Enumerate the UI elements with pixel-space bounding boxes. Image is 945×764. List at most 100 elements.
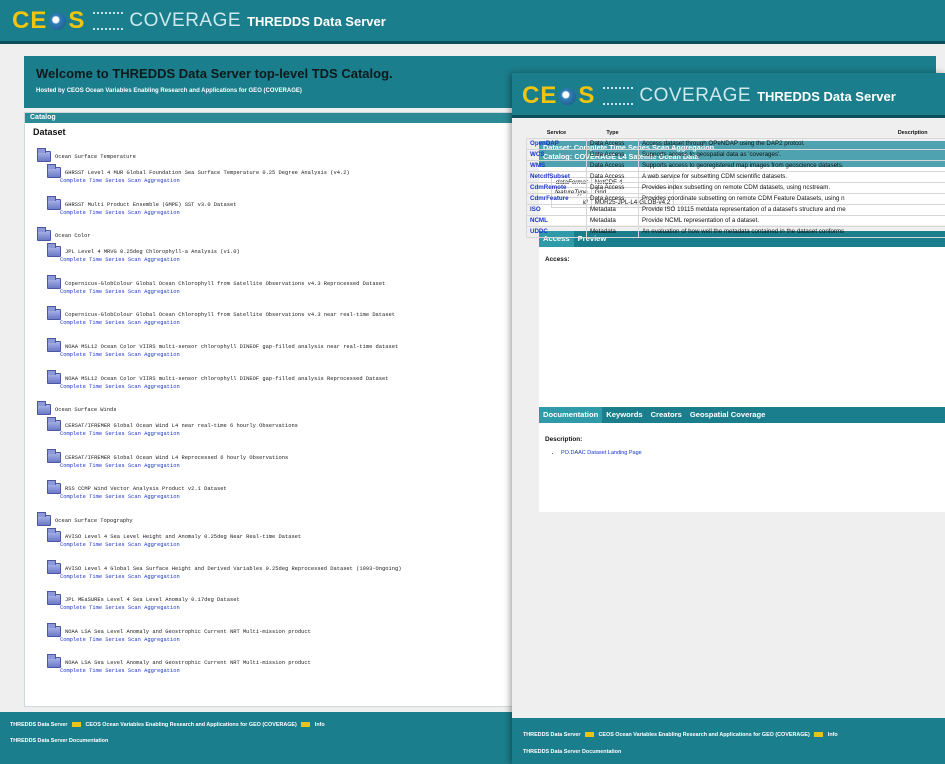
folder-icon <box>37 512 51 526</box>
tab-geospatial-coverage[interactable]: Geospatial Coverage <box>686 407 770 423</box>
footer-docs-link[interactable]: THREDDS Data Server Documentation <box>10 738 108 744</box>
footer-docs-link[interactable]: THREDDS Data Server Documentation <box>523 749 621 755</box>
catalog-group-name[interactable]: Ocean Color <box>55 233 91 239</box>
aggregation-link[interactable]: Complete Time Series Scan Aggregation <box>60 352 180 358</box>
catalog-group[interactable]: Ocean Surface Topography <box>37 512 133 526</box>
catalog-dataset[interactable]: GHRSST Level 4 MUR Global Foundation Sea… <box>47 164 350 178</box>
catalog-group[interactable]: Ocean Surface Winds <box>37 401 116 416</box>
catalog-group[interactable]: Ocean Surface Temperature <box>37 148 136 162</box>
catalog-dataset-name[interactable]: NOAA LSA Sea Level Anomaly and Geostroph… <box>65 629 311 635</box>
aggregation-link[interactable]: Complete Time Series Scan Aggregation <box>60 574 180 580</box>
catalog-dataset[interactable]: JPL MEaSUREs Level 4 Sea Level Anomaly 0… <box>47 591 240 606</box>
tab-creators[interactable]: Creators <box>647 407 686 423</box>
aggregation-link[interactable]: Complete Time Series Scan Aggregation <box>60 542 180 548</box>
catalog-dataset-name[interactable]: GHRSST Level 4 MUR Global Foundation Sea… <box>65 170 350 176</box>
catalog-dataset[interactable]: AVISO Level 4 Sea Level Height and Anoma… <box>47 528 301 542</box>
service-link[interactable]: NetcdfSubset <box>526 170 587 183</box>
service-row: CdmRemote Data Access Provides index subse… <box>526 181 945 194</box>
catalog-dataset-name[interactable]: JPL Level 4 MRVG 0.25deg Chlorophyll-a A… <box>65 249 240 255</box>
service-link[interactable]: ISO <box>526 203 587 216</box>
catalog-dataset[interactable]: RSS CCMP Wind Vector Analysis Product v2… <box>47 480 227 495</box>
catalog-dataset[interactable]: Copernicus-GlobColour Global Ocean Chlor… <box>47 306 395 321</box>
catalog-dataset[interactable]: JPL Level 4 MRVG 0.25deg Chlorophyll-a A… <box>47 243 240 258</box>
aggregation-link[interactable]: Complete Time Series Scan Aggregation <box>60 178 180 184</box>
aggregation-link[interactable]: Complete Time Series Scan Aggregation <box>60 320 180 326</box>
catalog-dataset-name[interactable]: NOAA MSL12 Ocean Color VIIRS multi-senso… <box>65 344 398 350</box>
globe-icon <box>49 13 67 31</box>
aggregation-link[interactable]: Complete Time Series Scan Aggregation <box>60 494 180 500</box>
footer-see <box>301 722 311 728</box>
footer-org-link[interactable]: CEOS Ocean Variables Enabling Research a… <box>86 722 297 728</box>
aggregation-link[interactable]: Complete Time Series Scan Aggregation <box>60 431 180 437</box>
ceos-coverage-logo[interactable]: CE S COVERAGE THREDDS Data Server <box>12 6 386 36</box>
catalog-dataset-name[interactable]: AVISO Level 4 Global Sea Surface Height … <box>65 566 401 572</box>
footer-info-link[interactable]: Info <box>828 732 838 738</box>
aggregation-link[interactable]: Complete Time Series Scan Aggregation <box>60 289 180 295</box>
catalog-dataset-name[interactable]: AVISO Level 4 Sea Level Height and Anoma… <box>65 534 301 540</box>
footer-org-link[interactable]: CEOS Ocean Variables Enabling Research a… <box>599 732 810 738</box>
catalog-group[interactable]: Ocean Color <box>37 227 91 242</box>
aggregation-link[interactable]: Complete Time Series Scan Aggregation <box>60 668 180 674</box>
catalog-group-name[interactable]: Ocean Surface Temperature <box>55 154 136 160</box>
catalog-dataset-name[interactable]: GHRSST Multi Product Ensemble (GMPE) SST… <box>65 202 236 208</box>
aggregation-link[interactable]: Complete Time Series Scan Aggregation <box>60 463 180 469</box>
footer-see <box>814 732 824 738</box>
folder-icon <box>47 369 61 384</box>
catalog-dataset-name[interactable]: Copernicus-GlobColour Global Ocean Chlor… <box>65 312 395 318</box>
service-description: An evaluation of how well the metadata c… <box>638 225 945 238</box>
footer-server-link[interactable]: THREDDS Data Server <box>523 732 581 738</box>
folder-icon <box>37 401 51 416</box>
catalog-group-name[interactable]: Ocean Surface Topography <box>55 518 133 524</box>
service-type: Metadata <box>586 214 639 227</box>
folder-icon <box>47 195 61 210</box>
catalog-dataset[interactable]: NOAA LSA Sea Level Anomaly and Geostroph… <box>47 654 311 669</box>
service-link[interactable]: UDDC <box>526 225 587 238</box>
hosted-by-link[interactable]: CEOS Ocean Variables Enabling Research a… <box>67 88 302 94</box>
podaac-landing-page-link[interactable]: PO.DAAC Dataset Landing Page <box>561 450 945 456</box>
service-link[interactable]: CdmRemote <box>526 181 587 194</box>
wave-icon <box>603 87 634 105</box>
aggregation-link[interactable]: Complete Time Series Scan Aggregation <box>60 210 180 216</box>
aggregation-link[interactable]: Complete Time Series Scan Aggregation <box>60 637 180 643</box>
catalog-dataset[interactable]: NOAA MSL12 Ocean Color VIIRS multi-senso… <box>47 369 389 384</box>
tab-documentation[interactable]: Documentation <box>539 407 603 423</box>
coverage-logo-text: COVERAGE <box>129 10 242 31</box>
catalog-dataset[interactable]: NOAA MSL12 Ocean Color VIIRS multi-senso… <box>47 338 398 352</box>
footer-info-link[interactable]: Info <box>315 722 325 728</box>
aggregation-link[interactable]: Complete Time Series Scan Aggregation <box>60 257 180 263</box>
service-link[interactable]: WCS <box>526 148 587 161</box>
server-name: THREDDS Data Server <box>757 88 896 104</box>
catalog-dataset-name[interactable]: CERSAT/IFREMER Global Ocean Wind L4 Repr… <box>65 455 288 461</box>
documentation-tabbar: Documentation Keywords Creators Geospati… <box>539 407 945 423</box>
catalog-dataset-name[interactable]: JPL MEaSUREs Level 4 Sea Level Anomaly 0… <box>65 597 240 603</box>
service-type: Metadata <box>586 203 639 216</box>
service-link[interactable]: WMS <box>526 159 587 172</box>
service-row: OpenDAP Data Access Access dataset through… <box>526 137 945 150</box>
catalog-dataset-name[interactable]: RSS CCMP Wind Vector Analysis Product v2… <box>65 486 227 492</box>
service-link[interactable]: CdmrFeature <box>526 192 587 205</box>
service-link[interactable]: NCML <box>526 214 587 227</box>
access-label: Access: <box>545 256 570 263</box>
catalog-group-name[interactable]: Ocean Surface Winds <box>55 407 116 413</box>
catalog-dataset[interactable]: CERSAT/IFREMER Global Ocean Wind L4 near… <box>47 417 298 432</box>
catalog-dataset-name[interactable]: NOAA LSA Sea Level Anomaly and Geostroph… <box>65 660 311 666</box>
catalog-dataset[interactable]: NOAA LSA Sea Level Anomaly and Geostroph… <box>47 622 311 637</box>
globe-icon <box>559 88 577 106</box>
catalog-dataset[interactable]: CERSAT/IFREMER Global Ocean Wind L4 Repr… <box>47 448 288 463</box>
aggregation-link[interactable]: Complete Time Series Scan Aggregation <box>60 384 180 390</box>
tab-keywords[interactable]: Keywords <box>602 407 646 423</box>
folder-icon <box>47 559 61 574</box>
catalog-dataset-name[interactable]: CERSAT/IFREMER Global Ocean Wind L4 near… <box>65 423 298 429</box>
service-type: Data Access <box>586 181 639 194</box>
aggregation-link[interactable]: Complete Time Series Scan Aggregation <box>60 605 180 611</box>
ceos-coverage-logo[interactable]: CE S COVERAGE THREDDS Data Server <box>522 81 896 111</box>
catalog-dataset[interactable]: GHRSST Multi Product Ensemble (GMPE) SST… <box>47 195 236 210</box>
folder-icon <box>47 622 61 637</box>
service-link[interactable]: OpenDAP <box>526 137 587 150</box>
catalog-dataset-name[interactable]: NOAA MSL12 Ocean Color VIIRS multi-senso… <box>65 376 389 382</box>
wave-icon <box>93 12 124 30</box>
catalog-dataset-name[interactable]: Copernicus-GlobColour Global Ocean Chlor… <box>65 281 385 287</box>
catalog-dataset[interactable]: AVISO Level 4 Global Sea Surface Height … <box>47 559 401 574</box>
catalog-dataset[interactable]: Copernicus-GlobColour Global Ocean Chlor… <box>47 274 385 289</box>
footer-server-link[interactable]: THREDDS Data Server <box>10 722 68 728</box>
